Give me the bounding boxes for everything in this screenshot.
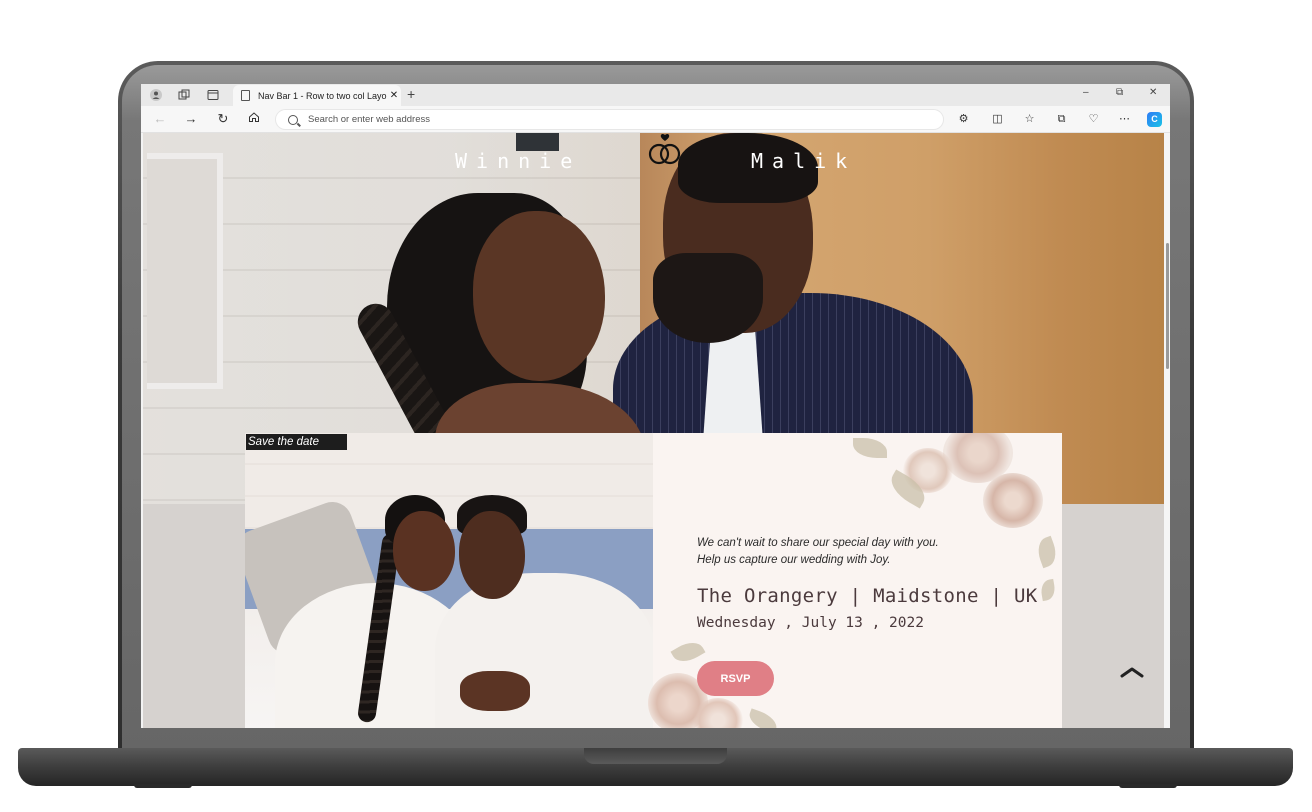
- wedding-rings-icon: [648, 133, 681, 165]
- split-screen-icon[interactable]: ◫: [990, 112, 1005, 127]
- home-icon[interactable]: [246, 111, 262, 127]
- refresh-icon[interactable]: ↻: [215, 111, 231, 127]
- forward-icon[interactable]: →: [183, 111, 199, 127]
- close-tab-icon[interactable]: ✕: [387, 90, 401, 101]
- more-options-icon[interactable]: ⋯: [1117, 112, 1132, 127]
- save-the-date-card: Save the date We can't wait to share our…: [245, 433, 1062, 728]
- tab-title: Nav Bar 1 - Row to two col Layout: [258, 90, 387, 101]
- couple-photo: [245, 433, 653, 728]
- invitation-message: We can't wait to share our special day w…: [697, 535, 939, 569]
- close-window-button[interactable]: ✕: [1149, 87, 1157, 98]
- message-line: Help us capture our wedding with Joy.: [697, 554, 891, 566]
- address-input[interactable]: Search or enter web address: [275, 109, 944, 130]
- groom-name: Malik: [751, 149, 857, 173]
- search-icon: [288, 114, 298, 125]
- collections-icon[interactable]: ⧉: [1054, 112, 1069, 127]
- laptop-foot: [134, 784, 192, 788]
- favorites-icon[interactable]: ☆: [1022, 112, 1037, 127]
- chevron-up-icon[interactable]: [1119, 663, 1145, 683]
- extensions-icon[interactable]: ⚙: [956, 112, 971, 127]
- browser-essentials-icon[interactable]: ♡: [1086, 112, 1101, 127]
- tab-actions-icon[interactable]: [206, 88, 220, 102]
- copilot-icon[interactable]: C: [1147, 112, 1162, 127]
- minimize-button[interactable]: –: [1083, 87, 1089, 98]
- laptop-foot: [1119, 784, 1177, 788]
- save-the-date-label: Save the date: [246, 434, 347, 450]
- restore-button[interactable]: ⧉: [1116, 87, 1123, 98]
- tab-bar: Nav Bar 1 - Row to two col Layout ✕ + – …: [141, 84, 1170, 106]
- document-icon: [241, 90, 250, 101]
- address-bar-row: ← → ↻ Search or enter web address ⚙ ◫ ☆ …: [141, 106, 1170, 133]
- scroll-thumb[interactable]: [1166, 243, 1169, 369]
- workspaces-icon[interactable]: [177, 88, 191, 102]
- venue-text: The Orangery | Maidstone | UK: [697, 585, 1038, 607]
- bride-name: Winnie: [455, 149, 582, 173]
- date-text: Wednesday , July 13 , 2022: [697, 615, 924, 631]
- address-placeholder: Search or enter web address: [308, 114, 430, 125]
- profile-icon[interactable]: [149, 88, 163, 102]
- back-icon[interactable]: ←: [152, 111, 168, 127]
- browser-tab[interactable]: Nav Bar 1 - Row to two col Layout ✕: [233, 85, 401, 106]
- browser-window: Nav Bar 1 - Row to two col Layout ✕ + – …: [141, 84, 1170, 728]
- rsvp-button[interactable]: RSVP: [697, 661, 774, 696]
- new-tab-button[interactable]: +: [407, 86, 415, 102]
- invitation-details: We can't wait to share our special day w…: [648, 433, 1062, 728]
- page-scrollbar[interactable]: [1164, 133, 1170, 728]
- web-page: Winnie Malik Save the date We can't wait…: [143, 133, 1164, 728]
- laptop-notch: [584, 748, 727, 764]
- message-line: We can't wait to share our special day w…: [697, 537, 939, 549]
